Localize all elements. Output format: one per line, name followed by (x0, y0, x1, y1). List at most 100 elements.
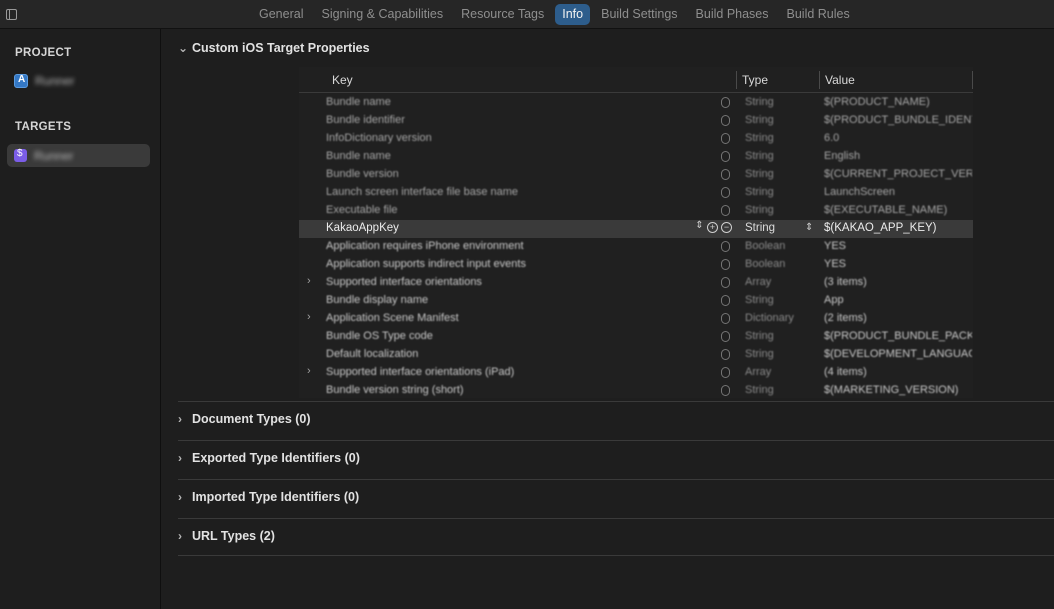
document-types-header[interactable]: › Document Types (0) (178, 412, 311, 426)
row-stepper-icon[interactable] (721, 313, 730, 324)
row-key[interactable]: Bundle name (326, 150, 696, 162)
custom-properties-header[interactable]: ⌄ Custom iOS Target Properties (178, 41, 370, 55)
row-key[interactable]: Bundle version (326, 168, 696, 180)
row-type[interactable]: String (745, 132, 815, 144)
row-value[interactable]: $(PRODUCT_BUNDLE_PACKAGE_TYPE) (824, 330, 972, 342)
table-row[interactable]: › Supported interface orientations (iPad)… (299, 364, 973, 382)
row-type[interactable]: Array (745, 276, 815, 288)
row-value[interactable]: $(PRODUCT_BUNDLE_IDENTIFIER) (824, 114, 972, 126)
row-value[interactable]: $(CURRENT_PROJECT_VERSION) (824, 168, 972, 180)
table-row[interactable]: › Application Scene Manifest Dictionary (2 … (299, 310, 973, 328)
row-stepper-icon[interactable] (721, 151, 730, 162)
tab-build-settings[interactable]: Build Settings (594, 4, 684, 25)
row-type[interactable]: String (745, 204, 815, 216)
row-type[interactable]: String (745, 330, 815, 342)
row-stepper-icon[interactable] (721, 187, 730, 198)
row-stepper-icon[interactable] (721, 277, 730, 288)
row-value[interactable]: English (824, 150, 972, 162)
table-row[interactable]: Bundle version String $(CURRENT_PROJECT_VE… (299, 166, 973, 184)
table-row[interactable]: Bundle name String English (299, 148, 973, 166)
disclosure-chevron-icon[interactable]: › (307, 365, 311, 377)
target-item[interactable]: Runner (7, 144, 150, 167)
row-type[interactable]: String (745, 168, 815, 180)
row-type[interactable]: String (745, 96, 815, 108)
row-key[interactable]: Default localization (326, 348, 696, 360)
row-value[interactable]: YES (824, 258, 972, 270)
column-divider[interactable] (819, 71, 820, 89)
table-row[interactable]: Application supports indirect input even… (299, 256, 973, 274)
row-key[interactable]: Bundle OS Type code (326, 330, 696, 342)
row-value[interactable]: $(DEVELOPMENT_LANGUAGE) (824, 348, 972, 360)
table-row[interactable]: Bundle version string (short) String $(MAR… (299, 382, 973, 400)
column-type[interactable]: Type (742, 73, 768, 87)
row-key[interactable]: Application requires iPhone environment (326, 240, 696, 252)
row-type[interactable]: Boolean (745, 240, 815, 252)
tab-resource-tags[interactable]: Resource Tags (454, 4, 551, 25)
disclosure-chevron-icon[interactable]: › (307, 275, 311, 287)
row-type[interactable]: Boolean (745, 258, 815, 270)
row-key[interactable]: Launch screen interface file base name (326, 186, 696, 198)
row-stepper-icon[interactable] (721, 259, 730, 270)
table-row[interactable]: Bundle OS Type code String $(PRODUCT_BUNDL… (299, 328, 973, 346)
key-picker-stepper-icon[interactable]: ⇕ (695, 221, 704, 233)
row-type[interactable]: Dictionary (745, 312, 815, 324)
tab-info[interactable]: Info (555, 4, 591, 25)
row-stepper-icon[interactable] (721, 385, 730, 396)
row-key[interactable]: Bundle version string (short) (326, 384, 696, 396)
table-row[interactable]: Bundle identifier String $(PRODUCT_BUNDLE_… (299, 112, 973, 130)
row-stepper-icon[interactable] (721, 115, 730, 126)
remove-row-icon[interactable]: − (721, 222, 732, 233)
row-key[interactable]: InfoDictionary version (326, 132, 696, 144)
imported-type-identifiers-header[interactable]: › Imported Type Identifiers (0) (178, 490, 359, 504)
exported-type-identifiers-header[interactable]: › Exported Type Identifiers (0) (178, 451, 360, 465)
row-key[interactable]: Supported interface orientations (iPad) (326, 366, 696, 378)
table-row[interactable]: Bundle display name String App (299, 292, 973, 310)
row-type[interactable]: String (745, 222, 815, 234)
row-value[interactable]: 6.0 (824, 132, 972, 144)
table-row[interactable]: Application requires iPhone environment B… (299, 238, 973, 256)
row-value[interactable]: $(MARKETING_VERSION) (824, 384, 972, 396)
row-type[interactable]: Array (745, 366, 815, 378)
row-stepper-icon[interactable] (721, 349, 730, 360)
row-type[interactable]: String (745, 384, 815, 396)
row-type[interactable]: String (745, 114, 815, 126)
column-value[interactable]: Value (825, 73, 855, 87)
row-stepper-icon[interactable] (721, 331, 730, 342)
table-row[interactable]: Executable file String $(EXECUTABLE_NAME) (299, 202, 973, 220)
row-stepper-icon[interactable] (721, 97, 730, 108)
row-value[interactable]: (4 items) (824, 366, 972, 378)
table-row[interactable]: Bundle name String $(PRODUCT_NAME) (299, 94, 973, 112)
row-key[interactable]: KakaoAppKey (326, 222, 696, 234)
row-key[interactable]: Application Scene Manifest (326, 312, 696, 324)
row-key[interactable]: Supported interface orientations (326, 276, 696, 288)
row-type[interactable]: String (745, 294, 815, 306)
table-row[interactable]: Launch screen interface file base name St… (299, 184, 973, 202)
row-stepper-icon[interactable] (721, 133, 730, 144)
table-row[interactable]: Default localization String $(DEVELOPMENT_… (299, 346, 973, 364)
column-divider[interactable] (736, 71, 737, 89)
row-key[interactable]: Bundle name (326, 96, 696, 108)
row-value[interactable]: $(KAKAO_APP_KEY) (824, 222, 972, 234)
row-value[interactable]: $(EXECUTABLE_NAME) (824, 204, 972, 216)
row-stepper-icon[interactable] (721, 367, 730, 378)
row-type[interactable]: String (745, 186, 815, 198)
row-key[interactable]: Application supports indirect input even… (326, 258, 696, 270)
column-key[interactable]: Key (332, 73, 353, 87)
row-key[interactable]: Bundle identifier (326, 114, 696, 126)
row-stepper-icon[interactable] (721, 205, 730, 216)
row-value[interactable]: $(PRODUCT_NAME) (824, 96, 972, 108)
row-stepper-icon[interactable] (721, 241, 730, 252)
url-types-header[interactable]: › URL Types (2) (178, 529, 275, 543)
row-type[interactable]: String (745, 348, 815, 360)
table-row[interactable]: InfoDictionary version String 6.0 (299, 130, 973, 148)
add-row-icon[interactable]: + (707, 222, 718, 233)
table-row-selected[interactable]: KakaoAppKey ⇕ + − ⇕ String $(KAKAO_APP_KEY) (299, 220, 973, 238)
row-value[interactable]: (2 items) (824, 312, 972, 324)
row-value[interactable]: (3 items) (824, 276, 972, 288)
project-item[interactable]: Runner (14, 74, 74, 88)
row-value[interactable]: App (824, 294, 972, 306)
row-key[interactable]: Executable file (326, 204, 696, 216)
table-row[interactable]: › Supported interface orientations Array (3… (299, 274, 973, 292)
tab-general[interactable]: General (252, 4, 310, 25)
row-key[interactable]: Bundle display name (326, 294, 696, 306)
